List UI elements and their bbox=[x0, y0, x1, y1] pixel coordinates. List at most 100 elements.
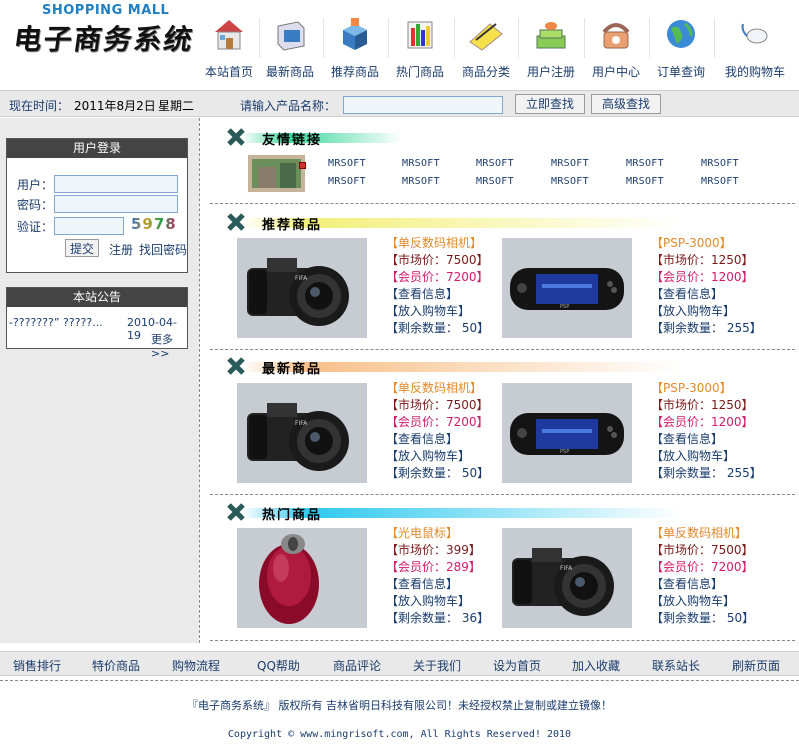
nav-order-query[interactable]: 订单查询 bbox=[654, 14, 708, 82]
friend-link[interactable]: MRSOFT bbox=[626, 176, 664, 187]
add-to-cart-link[interactable]: 【放入购物车】 bbox=[651, 593, 763, 610]
stock-count: 【剩余数量： 36】 bbox=[386, 611, 490, 625]
add-to-cart-link[interactable]: 【放入购物车】 bbox=[386, 303, 498, 320]
section-divider bbox=[210, 349, 795, 350]
product-image[interactable]: FIFA bbox=[502, 528, 632, 628]
friend-link[interactable]: MRSOFT bbox=[626, 158, 664, 169]
notice-box: 本站公告 -???????” ?????... 2010-04-19 更多>> bbox=[6, 287, 188, 360]
market-price: 【市场价：7500】 bbox=[386, 398, 489, 412]
logo-english: SHOPPING MALL bbox=[42, 3, 170, 18]
footer-link-about[interactable]: 关于我们 bbox=[413, 657, 461, 674]
friend-link[interactable]: MRSOFT bbox=[402, 158, 440, 169]
stock-count: 【剩余数量： 50】 bbox=[651, 611, 755, 625]
friend-link[interactable]: MRSOFT bbox=[551, 158, 589, 169]
friend-link[interactable]: MRSOFT bbox=[402, 176, 440, 187]
product-name[interactable]: 【单反数码相机】 bbox=[386, 380, 498, 397]
section-divider bbox=[210, 640, 795, 641]
product-image[interactable]: FIFA bbox=[237, 238, 367, 338]
hot-icon bbox=[407, 21, 433, 49]
forgot-password-link[interactable]: 找回密码 bbox=[139, 241, 187, 258]
product-name[interactable]: 【单反数码相机】 bbox=[651, 525, 763, 542]
nav-label: 订单查询 bbox=[656, 65, 705, 79]
product-info: 【PSP-3000】 【市场价：1250】 【会员价：1200】 【查看信息】 【放入购… bbox=[651, 380, 763, 482]
view-info-link[interactable]: 【查看信息】 bbox=[386, 576, 498, 593]
stock-count: 【剩余数量： 255】 bbox=[651, 466, 762, 480]
view-info-link[interactable]: 【查看信息】 bbox=[651, 286, 763, 303]
view-info-link[interactable]: 【查看信息】 bbox=[651, 431, 763, 448]
product-name[interactable]: 【PSP-3000】 bbox=[651, 235, 763, 252]
footer-link-reviews[interactable]: 商品评论 bbox=[333, 657, 381, 674]
search-button[interactable]: 立即查找 bbox=[515, 94, 586, 114]
friend-link[interactable]: MRSOFT bbox=[701, 176, 739, 187]
add-to-cart-link[interactable]: 【放入购物车】 bbox=[386, 448, 498, 465]
nav-label: 用户注册 bbox=[526, 65, 575, 79]
user-center-icon bbox=[602, 23, 630, 49]
nav-home[interactable]: 本站首页 bbox=[202, 14, 256, 82]
friend-link[interactable]: MRSOFT bbox=[551, 176, 589, 187]
nav-hot[interactable]: 热门商品 bbox=[393, 14, 447, 82]
view-info-link[interactable]: 【查看信息】 bbox=[386, 431, 498, 448]
nav-label: 热门商品 bbox=[395, 65, 444, 79]
register-link[interactable]: 注册 bbox=[109, 241, 133, 258]
friend-link[interactable]: MRSOFT bbox=[476, 176, 514, 187]
section-title: 推荐商品 bbox=[262, 218, 323, 233]
stock-count: 【剩余数量： 255】 bbox=[651, 321, 762, 335]
product-image[interactable] bbox=[237, 528, 367, 628]
stock-count: 【剩余数量： 50】 bbox=[386, 466, 490, 480]
product-name[interactable]: 【光电鼠标】 bbox=[386, 525, 498, 542]
product-name[interactable]: 【PSP-3000】 bbox=[651, 380, 763, 397]
member-price: 【会员价：289】 bbox=[386, 560, 481, 574]
nav-cart[interactable]: 我的购物车 bbox=[722, 14, 788, 82]
username-input[interactable] bbox=[54, 175, 178, 193]
notice-item[interactable]: -???????” ?????... bbox=[9, 316, 103, 329]
product-name[interactable]: 【单反数码相机】 bbox=[386, 235, 498, 252]
view-info-link[interactable]: 【查看信息】 bbox=[651, 576, 763, 593]
recommend-icon bbox=[343, 18, 367, 50]
footer-link-qq-help[interactable]: QQ帮助 bbox=[257, 657, 300, 674]
friend-link[interactable]: MRSOFT bbox=[701, 158, 739, 169]
captcha-input[interactable] bbox=[54, 217, 124, 235]
add-to-cart-link[interactable]: 【放入购物车】 bbox=[651, 303, 763, 320]
product-info: 【光电鼠标】 【市场价：399】 【会员价：289】 【查看信息】 【放入购物车】 【剩余… bbox=[386, 525, 498, 627]
footer-link-sales-rank[interactable]: 销售排行 bbox=[13, 657, 61, 674]
advanced-search-button[interactable]: 高级查找 bbox=[591, 94, 662, 114]
footer-link-specials[interactable]: 特价商品 bbox=[92, 657, 140, 674]
add-to-cart-link[interactable]: 【放入购物车】 bbox=[386, 593, 498, 610]
footer-link-shopping-process[interactable]: 购物流程 bbox=[172, 657, 220, 674]
login-submit-button[interactable]: 提交 bbox=[65, 239, 100, 257]
footer-link-set-home[interactable]: 设为首页 bbox=[493, 657, 541, 674]
footer-nav: 销售排行 特价商品 购物流程 QQ帮助 商品评论 关于我们 设为首页 加入收藏 … bbox=[0, 651, 799, 676]
time-label: 现在时间： bbox=[9, 99, 70, 113]
friend-link[interactable]: MRSOFT bbox=[476, 158, 514, 169]
add-to-cart-link[interactable]: 【放入购物车】 bbox=[651, 448, 763, 465]
nav-new-products[interactable]: 最新商品 bbox=[263, 14, 317, 82]
footer-link-favorites[interactable]: 加入收藏 bbox=[572, 657, 620, 674]
left-sidebar: 用户登录 用户： 密码： 验证： 5978 提交 注册 找回密码 本站公告 -?… bbox=[0, 118, 199, 643]
search-input[interactable] bbox=[343, 96, 503, 114]
stock-count: 【剩余数量： 50】 bbox=[386, 321, 490, 335]
footer-link-refresh[interactable]: 刷新页面 bbox=[732, 657, 780, 674]
nav-user-center[interactable]: 用户中心 bbox=[589, 14, 643, 82]
new-products-icon bbox=[277, 21, 305, 51]
product-info: 【单反数码相机】 【市场价：7500】 【会员价：7200】 【查看信息】 【放入购物车… bbox=[386, 380, 498, 482]
notice-title: 本站公告 bbox=[7, 288, 187, 307]
nav-recommend[interactable]: 推荐商品 bbox=[328, 14, 382, 82]
market-price: 【市场价：7500】 bbox=[386, 253, 489, 267]
view-info-link[interactable]: 【查看信息】 bbox=[386, 286, 498, 303]
footer-link-contact[interactable]: 联系站长 bbox=[652, 657, 700, 674]
product-image[interactable]: FIFA bbox=[237, 383, 367, 483]
product-image[interactable]: PSP bbox=[502, 383, 632, 483]
nav-category[interactable]: 商品分类 bbox=[459, 14, 513, 82]
nav-label: 推荐商品 bbox=[330, 65, 379, 79]
password-input[interactable] bbox=[54, 195, 178, 213]
time-search-bar: 现在时间： 2011年8月2日 星期二 请输入产品名称： 立即查找 高级查找 bbox=[0, 90, 799, 117]
friend-link[interactable]: MRSOFT bbox=[328, 158, 366, 169]
svg-text:PSP: PSP bbox=[560, 304, 569, 310]
market-price: 【市场价：1250】 bbox=[651, 253, 754, 267]
captcha-image: 5978 bbox=[131, 215, 177, 233]
nav-register[interactable]: 用户注册 bbox=[524, 14, 578, 82]
friend-link[interactable]: MRSOFT bbox=[328, 176, 366, 187]
notice-more-link[interactable]: 更多>> bbox=[151, 331, 187, 360]
links-thumbnail[interactable] bbox=[248, 155, 305, 192]
product-image[interactable]: PSP bbox=[502, 238, 632, 338]
